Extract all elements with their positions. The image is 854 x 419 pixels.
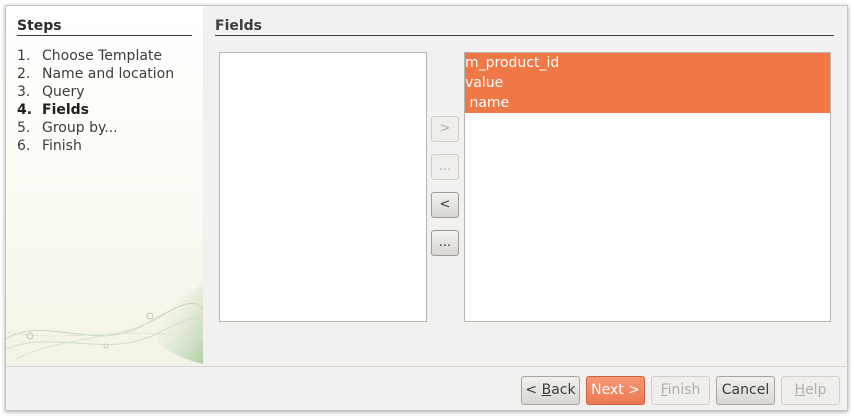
help-label-suffix: elp xyxy=(805,382,827,398)
cancel-button[interactable]: Cancel xyxy=(716,376,775,405)
next-button[interactable]: Next > xyxy=(586,376,645,405)
step-item-current[interactable]: 4. Fields xyxy=(17,101,197,119)
step-number: 6. xyxy=(17,138,31,154)
remove-field-button[interactable]: < xyxy=(431,192,459,218)
step-item[interactable]: 3. Query xyxy=(17,83,197,101)
step-number: 5. xyxy=(17,120,31,136)
help-button[interactable]: Help xyxy=(781,376,840,405)
add-all-fields-button[interactable]: ... xyxy=(431,154,459,180)
available-fields-list[interactable] xyxy=(219,52,427,322)
step-item[interactable]: 6. Finish xyxy=(17,137,197,155)
finish-mnemonic: F xyxy=(660,382,668,398)
back-mnemonic: B xyxy=(541,382,552,398)
add-field-button[interactable]: > xyxy=(431,116,459,142)
step-item[interactable]: 2. Name and location xyxy=(17,65,197,83)
step-label: Name and location xyxy=(42,66,175,82)
report-wizard-window: Steps 1. Choose Template 2. Name and loc… xyxy=(5,5,849,411)
remove-all-fields-button[interactable]: ... xyxy=(431,230,459,256)
step-label: Choose Template xyxy=(42,48,163,64)
step-item[interactable]: 5. Group by... xyxy=(17,119,197,137)
step-number: 1. xyxy=(17,48,31,64)
step-label: Finish xyxy=(42,138,82,154)
list-item[interactable]: name xyxy=(465,93,830,113)
step-number: 2. xyxy=(17,66,31,82)
footer-divider xyxy=(6,366,849,367)
step-label: Query xyxy=(42,84,85,100)
finish-button[interactable]: Finish xyxy=(651,376,710,405)
step-number: 3. xyxy=(17,84,31,100)
step-number: 4. xyxy=(17,102,33,118)
finish-label-suffix: inish xyxy=(667,382,701,398)
step-item[interactable]: 1. Choose Template xyxy=(17,47,197,65)
back-label-prefix: < xyxy=(525,382,542,398)
steps-pane: Steps 1. Choose Template 2. Name and loc… xyxy=(6,6,203,364)
decorative-swirl-art xyxy=(6,284,203,364)
step-label: Fields xyxy=(42,102,90,118)
steps-title: Steps xyxy=(17,18,192,36)
selected-fields-list[interactable]: m_product_id value name xyxy=(464,52,831,322)
help-mnemonic: H xyxy=(794,382,806,398)
steps-list: 1. Choose Template 2. Name and location … xyxy=(17,47,197,155)
step-label: Group by... xyxy=(42,120,118,136)
list-item[interactable]: value xyxy=(465,73,830,93)
back-label-suffix: ack xyxy=(551,382,576,398)
back-button[interactable]: < Back xyxy=(521,376,580,405)
fields-title: Fields xyxy=(215,18,834,36)
list-item[interactable]: m_product_id xyxy=(465,53,830,73)
